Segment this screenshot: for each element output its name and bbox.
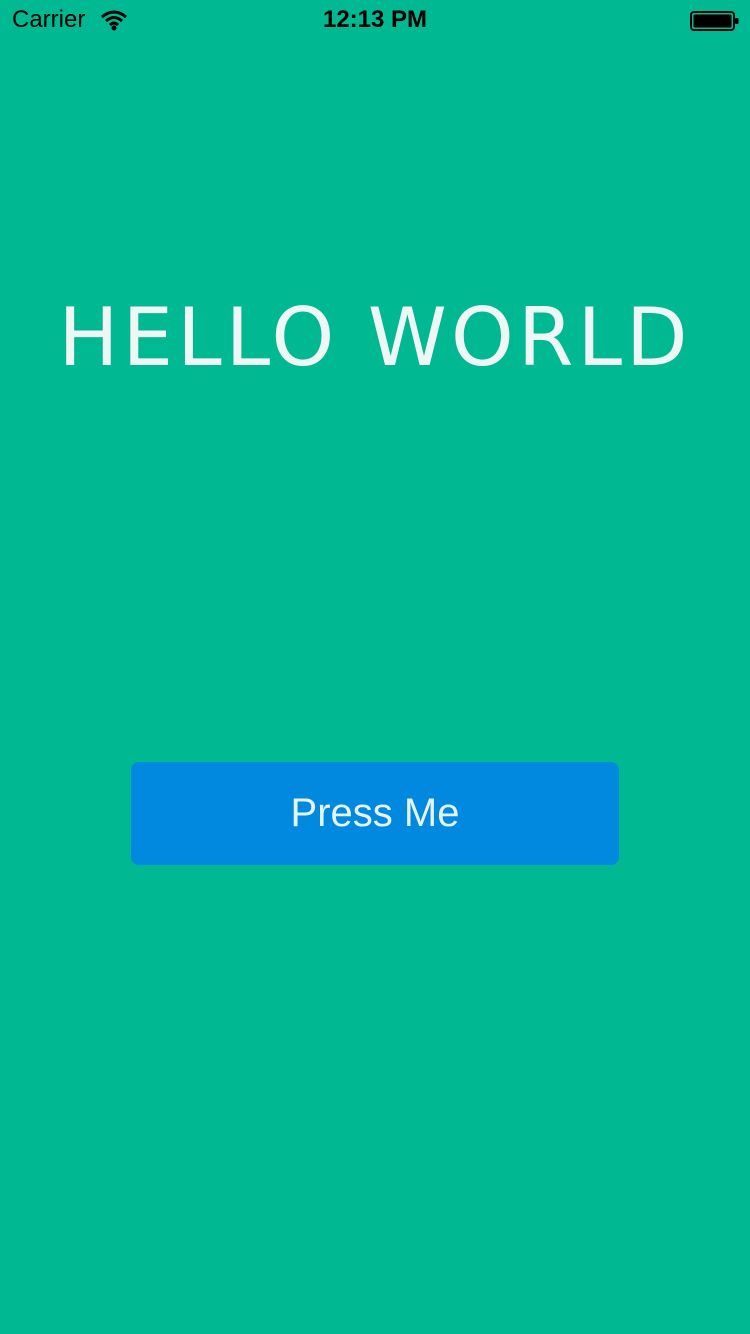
hello-world-title: HELLO WORLD (58, 291, 692, 384)
status-time: 12:13 PM (322, 6, 428, 33)
app-screen: Carrier 12:13 PM HELLO WORLD Press Me (0, 0, 750, 1334)
press-me-button[interactable]: Press Me (131, 762, 619, 865)
battery-icon (690, 11, 739, 31)
status-bar: Carrier 12:13 PM (0, 0, 750, 40)
